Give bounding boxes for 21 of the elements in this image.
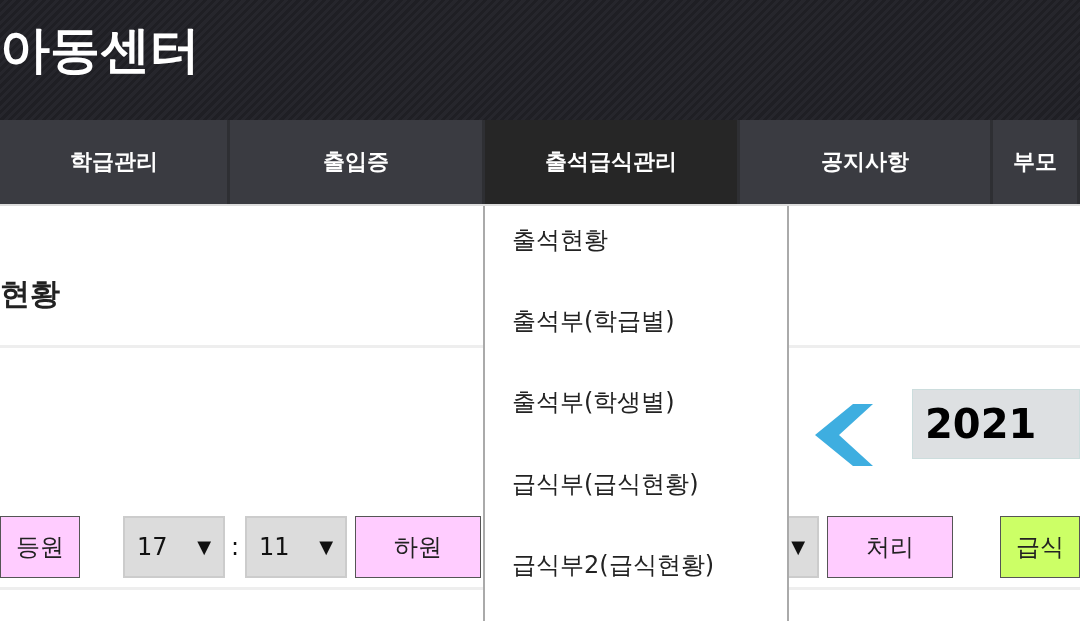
- action-button[interactable]: 등원: [0, 515, 80, 578]
- menu-item[interactable]: 급식부2(급식현황): [485, 544, 787, 621]
- action-button[interactable]: 처리: [827, 515, 954, 578]
- select-value: 17: [137, 532, 168, 561]
- menu-item[interactable]: 출석현황: [485, 220, 787, 302]
- dropdown-arrow: ▼: [791, 536, 806, 557]
- time-select[interactable]: 11 ▼: [245, 515, 348, 578]
- year-field[interactable]: 2021: [912, 389, 1080, 459]
- time-select[interactable]: 17 ▼: [123, 515, 225, 578]
- page-heading: 현황: [0, 275, 60, 313]
- nav-tab[interactable]: 출석급식관리: [485, 120, 740, 204]
- dropdown-arrow: ▼: [197, 536, 211, 557]
- time-separator: :: [231, 532, 240, 561]
- site-title: 아동센터: [0, 19, 200, 81]
- action-button[interactable]: 하원: [355, 515, 482, 578]
- menu-item[interactable]: 급식부(급식현황): [485, 463, 787, 545]
- menu-item[interactable]: 출석부(학급별): [485, 301, 787, 383]
- dropdown-arrow: ▼: [319, 536, 334, 557]
- action-button[interactable]: 급식: [1000, 515, 1080, 578]
- menu-item[interactable]: 출석부(학생별): [485, 382, 787, 464]
- select-value: 11: [259, 532, 290, 561]
